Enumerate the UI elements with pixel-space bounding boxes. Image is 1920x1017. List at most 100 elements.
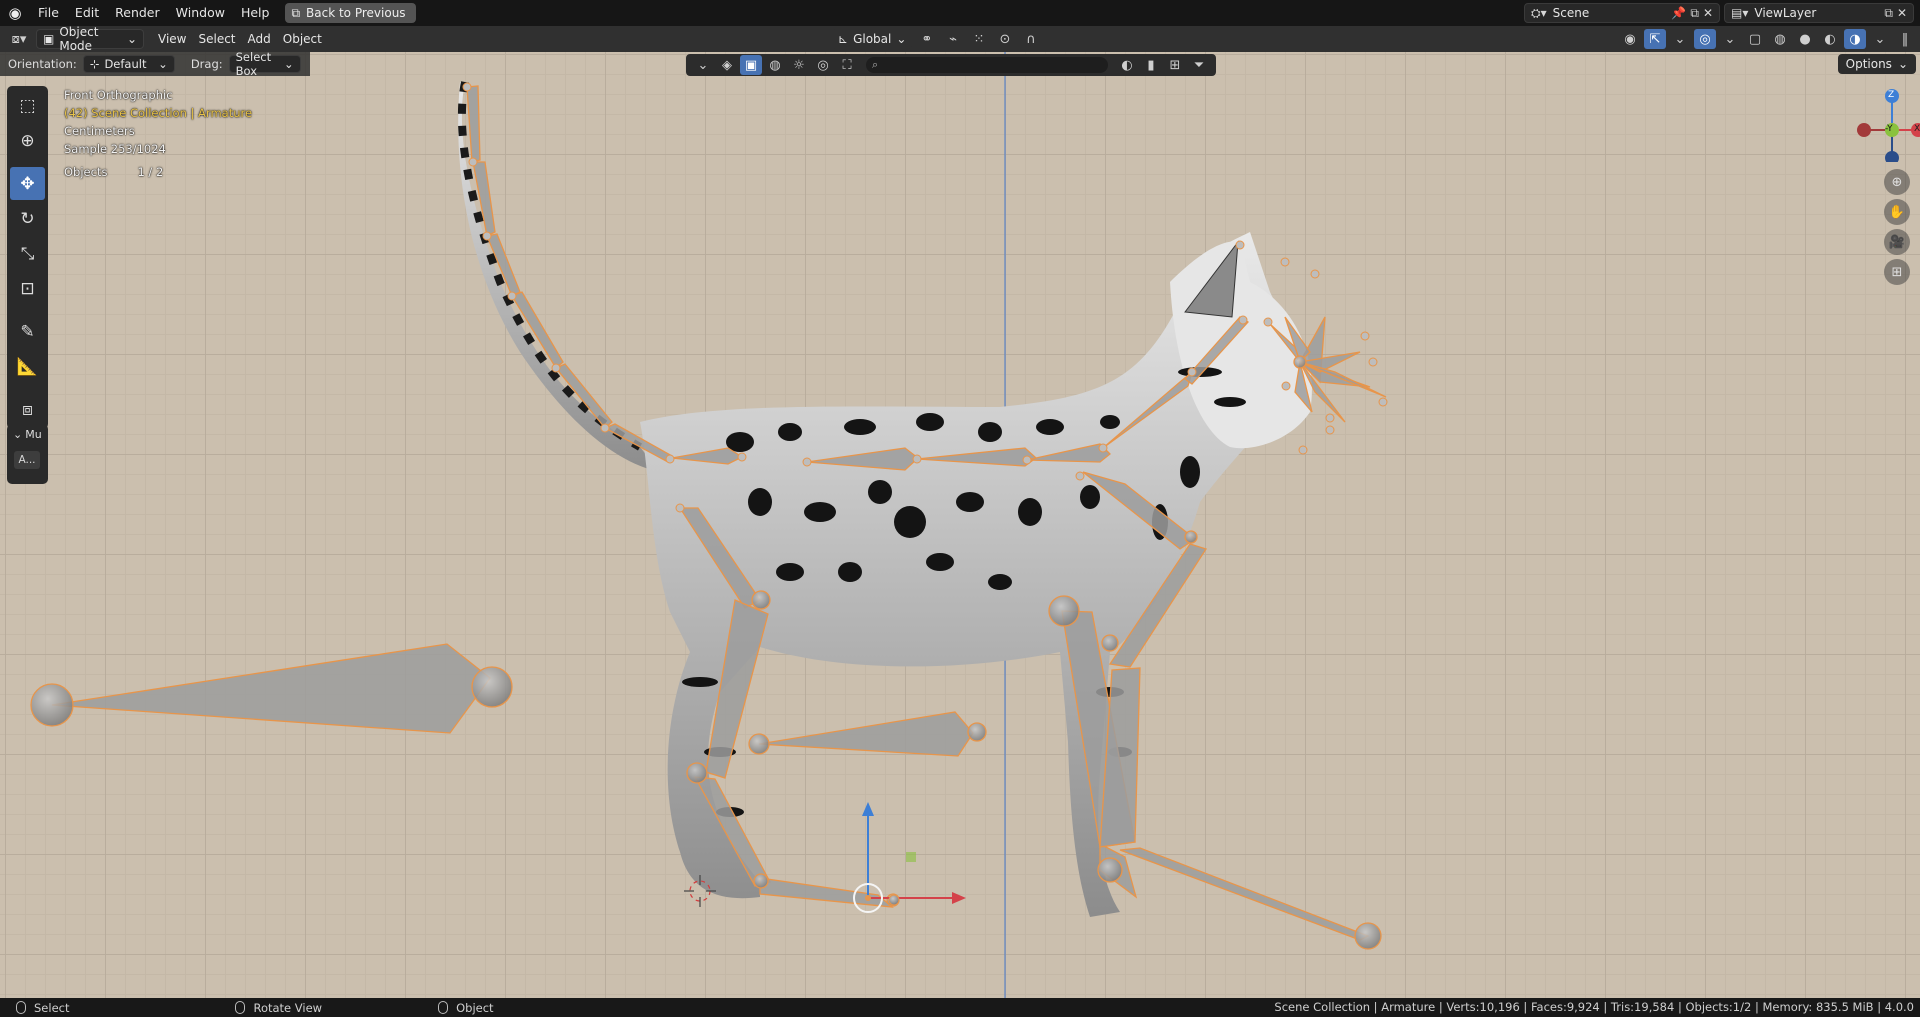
pivot-point-icon[interactable]: ⚭ — [916, 29, 938, 49]
scene-selector[interactable]: ⛭▾ Scene 📌 ⧉ ✕ — [1524, 3, 1720, 23]
collapse-chevron-icon[interactable]: ⌄ — [13, 428, 22, 441]
object-mode-icon: ▣ — [43, 32, 55, 46]
proportional-edit-icon[interactable]: ⊙ — [994, 29, 1016, 49]
cursor-tool-icon[interactable]: ⊕ — [10, 124, 45, 157]
viewport-filter-bar: ⌄ ◈ ▣ ◍ ☼ ◎ ⛶ ⌕ ◐ ▮ ⊞ ⏷ — [686, 54, 1216, 76]
menu-file[interactable]: File — [30, 2, 67, 24]
zoom-icon[interactable]: ⊕ — [1884, 169, 1910, 195]
fullscreen-icon: ⧉ — [291, 5, 301, 20]
scene-statistics: Scene Collection | Armature | Verts:10,1… — [1274, 1000, 1914, 1014]
search-input[interactable]: ⌕ — [866, 57, 1108, 73]
orientation-dropdown[interactable]: ⊹ Default ⌄ — [82, 55, 175, 73]
objects-label: Objects — [64, 165, 108, 179]
axis-y-label: -Y — [1885, 124, 1893, 134]
last-operator-panel: ⌄ Mu A... — [7, 424, 48, 484]
blender-logo-icon[interactable]: ◉ — [0, 4, 30, 22]
view-layer-selector[interactable]: ▤▾ ViewLayer ⧉ ✕ — [1724, 3, 1914, 23]
world-icon[interactable]: ◍ — [764, 55, 786, 75]
camera-icon[interactable]: 🎥 — [1884, 229, 1910, 255]
menu-add[interactable]: Add — [242, 29, 277, 49]
color-management-icon[interactable]: ◈ — [716, 55, 738, 75]
new-view-layer-icon[interactable]: ⧉ — [1880, 6, 1897, 21]
scale-tool-icon[interactable]: ⤡ — [10, 237, 45, 270]
tool-settings-bar: Orientation: ⊹ Default ⌄ Drag: Select Bo… — [0, 52, 310, 78]
measure-tool-icon[interactable]: 📐 — [10, 350, 45, 383]
lights-icon[interactable]: ☼ — [788, 55, 810, 75]
rotate-tool-icon[interactable]: ↻ — [10, 202, 45, 235]
status-object-hint: Object — [422, 1001, 494, 1015]
axis-z-label: Z — [1888, 90, 1895, 100]
options-dropdown[interactable]: Options ⌄ — [1837, 54, 1916, 74]
sidebar-toggle-icon[interactable]: ‖ — [1894, 29, 1916, 49]
chevron-down-icon: ⌄ — [283, 57, 294, 71]
new-scene-icon[interactable]: ⧉ — [1686, 6, 1703, 21]
object-icon[interactable]: ▣ — [740, 55, 762, 75]
filter-toggle-icon[interactable]: ◐ — [1116, 55, 1138, 75]
drag-dropdown[interactable]: Select Box ⌄ — [228, 52, 301, 78]
operator-button[interactable]: A... — [14, 451, 40, 469]
axes-icon: ⊹ — [89, 57, 100, 71]
chevron-down-icon[interactable]: ⌄ — [692, 55, 714, 75]
snap-toggle-icon[interactable]: ⌁ — [942, 29, 964, 49]
3d-viewport[interactable]: Orientation: ⊹ Default ⌄ Drag: Select Bo… — [0, 52, 1920, 998]
snap-target-icon[interactable]: ⁙ — [968, 29, 990, 49]
scene-name[interactable]: Scene — [1547, 6, 1596, 20]
filter-icon[interactable]: ⏷ — [1188, 55, 1210, 75]
annotate-tool-icon[interactable]: ✎ — [10, 315, 45, 348]
chevron-down-icon[interactable]: ⌄ — [1669, 29, 1691, 49]
visibility-icon[interactable]: ◉ — [1619, 29, 1641, 49]
render-icon[interactable]: ⛶ — [836, 55, 858, 75]
close-icon[interactable]: ✕ — [1703, 6, 1719, 20]
bookmark-icon[interactable]: ▮ — [1140, 55, 1162, 75]
material-shading-icon[interactable]: ◐ — [1819, 29, 1841, 49]
solid-shading-icon[interactable]: ● — [1794, 29, 1816, 49]
axis-gizmo[interactable] — [1840, 82, 1920, 162]
viewport-header: ⧇▾ ▣ Object Mode ⌄ View Select Add Objec… — [0, 25, 1920, 53]
wireframe-shading-icon[interactable]: ◍ — [1769, 29, 1791, 49]
units-info: Centimeters — [64, 124, 135, 138]
menu-render[interactable]: Render — [107, 2, 168, 24]
globe-icon[interactable]: ◎ — [812, 55, 834, 75]
display-mode-icon[interactable]: ⊞ — [1164, 55, 1186, 75]
add-cube-tool-icon[interactable]: ⧈ — [10, 393, 45, 426]
menu-object[interactable]: Object — [277, 29, 328, 49]
grid-perspective-icon[interactable]: ⊞ — [1884, 259, 1910, 285]
mouse-left-icon — [16, 1001, 26, 1014]
mouse-right-icon — [438, 1001, 449, 1014]
menu-view[interactable]: View — [152, 29, 192, 49]
pin-icon[interactable]: 📌 — [1671, 6, 1686, 20]
view-layer-name[interactable]: ViewLayer — [1748, 6, 1822, 20]
gizmo-toggle-icon[interactable]: ⇱ — [1644, 29, 1666, 49]
back-to-previous-button[interactable]: ⧉ Back to Previous — [285, 3, 416, 23]
chevron-down-icon: ⌄ — [158, 57, 168, 71]
status-bar: Select Rotate View Object Scene Collecti… — [0, 998, 1920, 1017]
transform-orientation-dropdown[interactable]: ⊾ Global ⌄ — [832, 29, 912, 49]
menu-select[interactable]: Select — [192, 29, 241, 49]
sample-info: Sample 253/1024 — [64, 142, 166, 156]
rendered-shading-icon[interactable]: ◑ — [1844, 29, 1866, 49]
chevron-down-icon: ⌄ — [1897, 57, 1908, 71]
chevron-down-icon[interactable]: ⌄ — [1719, 29, 1741, 49]
orientation-icon: ⊾ — [838, 32, 849, 46]
menu-edit[interactable]: Edit — [67, 2, 107, 24]
editor-type-icon[interactable]: ⧇▾ — [8, 29, 30, 49]
xray-icon[interactable]: ▢ — [1744, 29, 1766, 49]
select-box-tool-icon[interactable]: ⬚ — [10, 89, 45, 122]
menu-window[interactable]: Window — [168, 2, 233, 24]
close-icon[interactable]: ✕ — [1897, 6, 1913, 20]
chevron-down-icon: ⌄ — [126, 32, 137, 46]
chevron-down-icon[interactable]: ⌄ — [1869, 29, 1891, 49]
view-layer-icon: ▤▾ — [1731, 6, 1749, 20]
drag-label: Drag: — [190, 57, 223, 71]
transform-tool-icon[interactable]: ⊡ — [10, 272, 45, 305]
move-tool-icon[interactable]: ✥ — [10, 167, 45, 200]
falloff-icon[interactable]: ∩ — [1020, 29, 1042, 49]
menu-help[interactable]: Help — [233, 2, 278, 24]
viewport-info: Front Orthographic (42) Scene Collection… — [64, 86, 252, 181]
status-rotate-hint: Rotate View — [219, 1001, 322, 1015]
cat-mesh — [457, 81, 1312, 917]
overlay-toggle-icon[interactable]: ◎ — [1694, 29, 1716, 49]
view-name: Front Orthographic — [64, 88, 173, 102]
pan-hand-icon[interactable]: ✋ — [1884, 199, 1910, 225]
mode-dropdown[interactable]: ▣ Object Mode ⌄ — [36, 25, 144, 53]
